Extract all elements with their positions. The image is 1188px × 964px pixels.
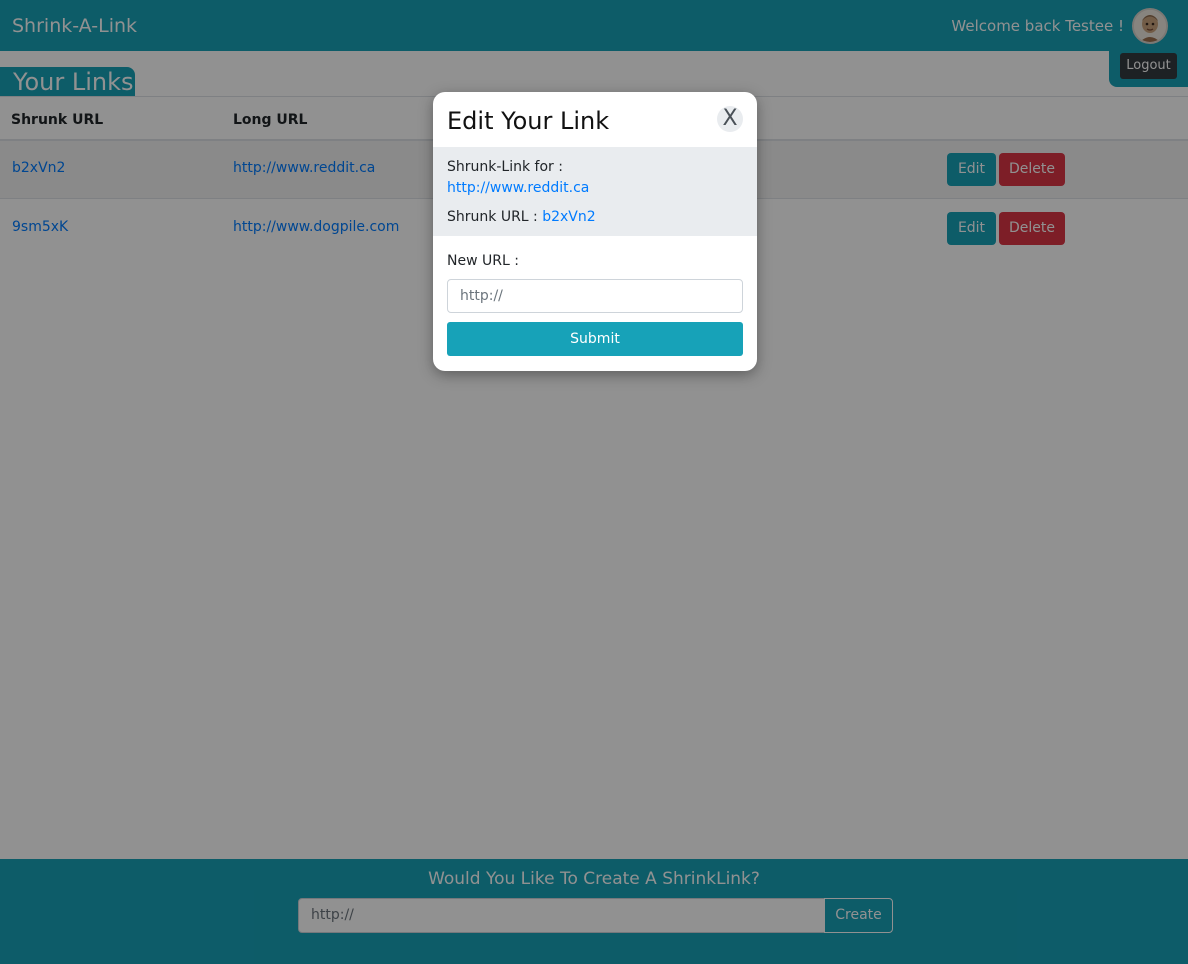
new-url-label: New URL :	[447, 253, 519, 269]
shrunk-link-for-label: Shrunk-Link for :	[447, 159, 563, 175]
modal-title: Edit Your Link	[447, 107, 610, 135]
close-modal-button[interactable]: X	[717, 106, 743, 132]
shrunk-url-label: Shrunk URL :	[447, 209, 538, 225]
edit-link-modal: Edit Your Link X Shrunk-Link for : http:…	[433, 92, 757, 371]
link-info-panel: Shrunk-Link for : http://www.reddit.ca S…	[433, 147, 757, 236]
submit-button[interactable]: Submit	[447, 322, 743, 356]
shrunk-url-line: Shrunk URL : b2xVn2	[447, 209, 596, 225]
original-long-url-link[interactable]: http://www.reddit.ca	[447, 180, 589, 196]
shrunk-url-link[interactable]: b2xVn2	[542, 209, 595, 225]
new-url-input[interactable]: http://	[447, 279, 743, 313]
